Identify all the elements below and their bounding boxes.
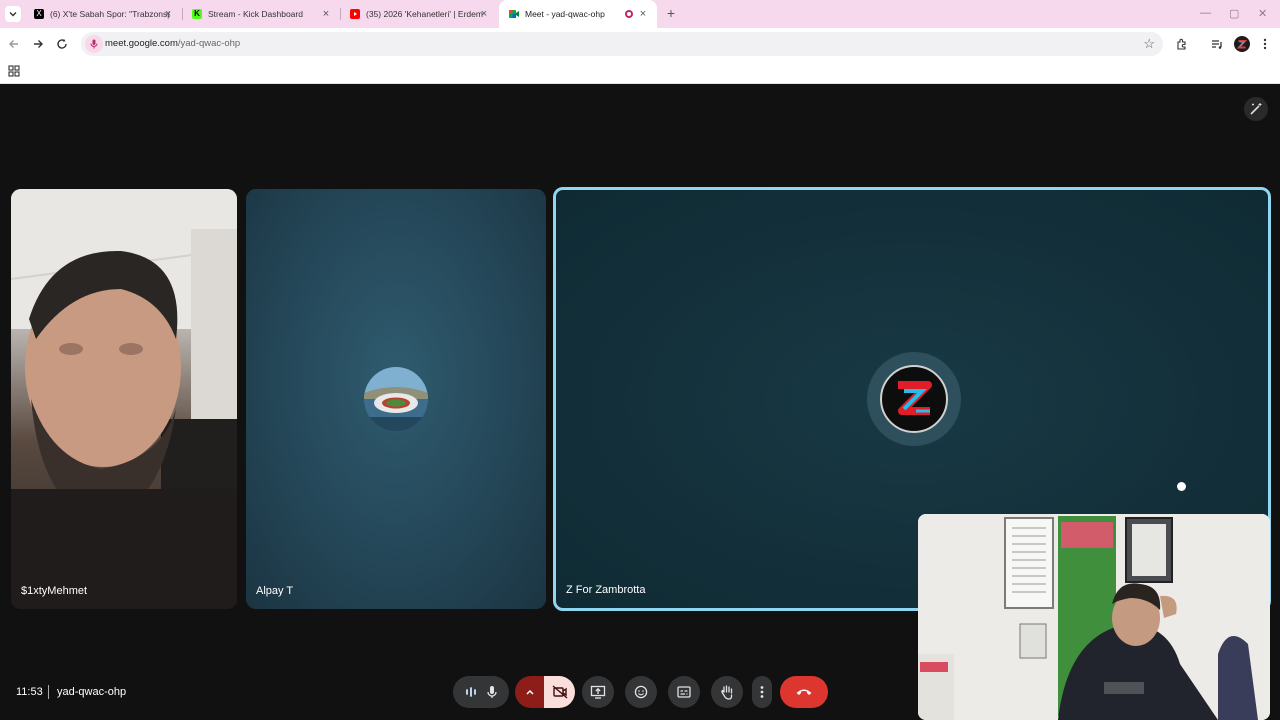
close-icon[interactable]: ×	[162, 8, 174, 20]
browser-tab-active[interactable]: Meet - yad-qwac-ohp ×	[499, 0, 657, 28]
emoji-reactions-button[interactable]	[625, 676, 657, 708]
url-text: meet.google.com/yad-qwac-ohp	[105, 38, 240, 49]
browser-tab-strip: X (6) X'te Sabah Spor: "Trabzonsp × K St…	[0, 0, 1280, 28]
meet-call-area: $1xtyMehmet Alpay T Z For Zambrotta 11:5…	[0, 85, 1280, 720]
camera-control-group[interactable]	[515, 676, 575, 708]
address-bar[interactable]: meet.google.com/yad-qwac-ohp ☆	[81, 32, 1163, 56]
participant-name: Z For Zambrotta	[566, 584, 646, 596]
present-screen-icon	[590, 685, 606, 699]
arrow-right-icon	[34, 40, 43, 48]
captions-button[interactable]	[668, 676, 700, 708]
profile-avatar[interactable]	[1234, 36, 1250, 52]
meet-logo-icon	[509, 9, 519, 19]
more-options-icon	[760, 686, 764, 698]
webcam-feed	[918, 514, 1270, 720]
participant-avatar	[364, 367, 428, 431]
bookmark-star-icon[interactable]: ☆	[1143, 36, 1155, 52]
camera-options-button[interactable]	[515, 676, 545, 708]
media-controls-icon[interactable]	[1209, 36, 1225, 52]
participant-tile[interactable]: $1xtyMehmet	[11, 189, 237, 609]
z-logo-icon	[898, 381, 932, 415]
url-host: meet.google.com	[105, 38, 178, 49]
url-path: /yad-qwac-ohp	[177, 38, 241, 49]
kick-logo-icon: K	[192, 9, 202, 19]
chevron-down-icon	[9, 12, 17, 17]
more-options-button[interactable]	[752, 676, 772, 708]
reload-icon	[57, 39, 67, 49]
back-button[interactable]	[6, 36, 22, 52]
new-tab-button[interactable]: +	[664, 6, 678, 20]
extensions-icon[interactable]	[1174, 36, 1190, 52]
participant-name: Alpay T	[256, 585, 294, 597]
clock-time: 11:53	[16, 686, 43, 698]
participant-name: $1xtyMehmet	[21, 585, 88, 597]
chevron-up-icon	[526, 689, 534, 695]
participant-video	[11, 189, 237, 609]
close-icon[interactable]: ×	[637, 8, 649, 20]
magic-pen-icon	[1250, 103, 1262, 115]
meeting-code: yad-qwac-ohp	[57, 686, 127, 698]
tab-title: (35) 2026 'Kehanetleri' | Erdem	[366, 9, 483, 19]
apps-grid-icon[interactable]	[8, 65, 20, 77]
self-view-camera	[918, 514, 1270, 720]
browser-tab[interactable]: X (6) X'te Sabah Spor: "Trabzonsp ×	[24, 0, 182, 28]
screen: X (6) X'te Sabah Spor: "Trabzonsp × K St…	[0, 0, 1280, 720]
leave-call-button[interactable]	[780, 676, 828, 708]
audio-levels-icon	[466, 687, 476, 697]
annotate-button[interactable]	[1244, 97, 1268, 121]
raise-hand-icon	[721, 685, 733, 700]
close-icon[interactable]: ×	[320, 8, 332, 20]
kebab-menu-icon[interactable]	[1257, 36, 1273, 52]
participant-avatar	[880, 365, 948, 433]
minimize-icon[interactable]: —	[1200, 7, 1211, 19]
browser-tab[interactable]: K Stream - Kick Dashboard ×	[182, 0, 340, 28]
close-window-icon[interactable]: ✕	[1258, 7, 1267, 20]
tab-title: Stream - Kick Dashboard	[208, 9, 303, 19]
recording-indicator-icon	[625, 10, 633, 18]
microphone-button[interactable]	[453, 676, 509, 708]
x-logo-icon: X	[34, 9, 44, 19]
divider	[48, 685, 49, 699]
tab-title: (6) X'te Sabah Spor: "Trabzonsp	[50, 9, 170, 19]
reload-button[interactable]	[54, 36, 70, 52]
microphone-active-icon[interactable]	[85, 35, 103, 53]
end-call-icon	[796, 689, 812, 695]
camera-toggle-button[interactable]	[544, 676, 575, 708]
microphone-icon	[487, 686, 497, 698]
forward-button[interactable]	[30, 36, 46, 52]
browser-tab[interactable]: (35) 2026 'Kehanetleri' | Erdem ×	[340, 0, 498, 28]
captions-icon	[677, 686, 691, 698]
restore-icon[interactable]: ▢	[1229, 7, 1239, 20]
emoji-icon	[634, 685, 648, 699]
cursor-dot	[1177, 482, 1186, 491]
camera-off-icon	[552, 685, 567, 699]
close-icon[interactable]: ×	[478, 8, 490, 20]
youtube-logo-icon	[350, 9, 360, 19]
bookmarks-bar	[0, 60, 1280, 84]
browser-toolbar: meet.google.com/yad-qwac-ohp ☆	[0, 28, 1280, 60]
participant-tile[interactable]: Alpay T	[246, 189, 546, 609]
arrow-left-icon	[9, 40, 18, 48]
tab-search-button[interactable]	[5, 6, 21, 22]
present-screen-button[interactable]	[582, 676, 614, 708]
speaking-halo	[867, 352, 961, 446]
raise-hand-button[interactable]	[711, 676, 743, 708]
